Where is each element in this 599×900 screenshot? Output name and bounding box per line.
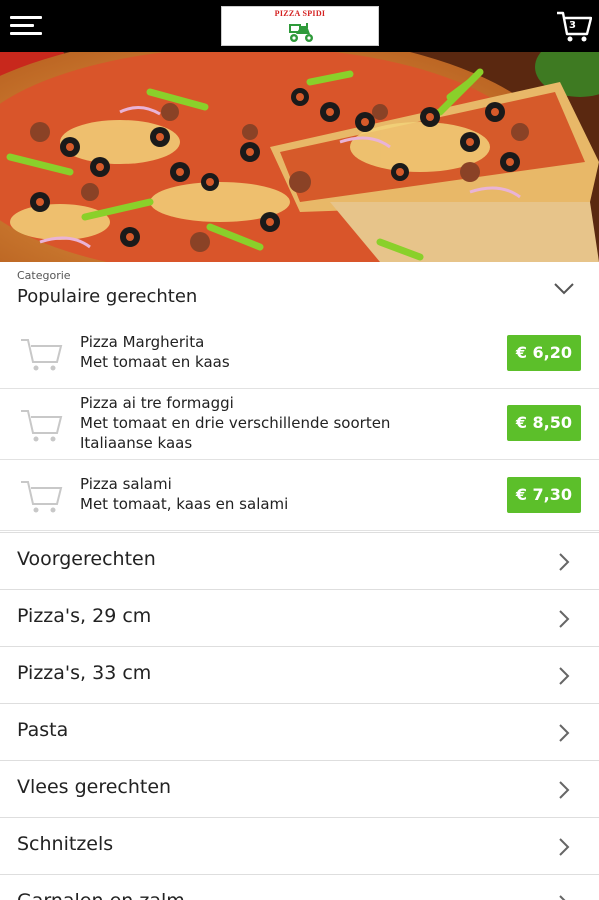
chevron-right-icon — [559, 610, 570, 628]
category-label: Categorie — [17, 269, 71, 282]
product-info: Pizza salami Met tomaat, kaas en salami — [80, 474, 288, 514]
product-description: Met tomaat en drie verschillende soorten — [80, 414, 391, 432]
product-name: Pizza Margherita — [80, 333, 205, 351]
product-row[interactable]: Pizza salami Met tomaat, kaas en salami … — [0, 460, 599, 531]
product-row[interactable]: Pizza ai tre formaggi Met tomaat en drie… — [0, 389, 599, 460]
category-value: Populaire gerechten — [17, 286, 198, 307]
product-info: Pizza Margherita Met tomaat en kaas — [80, 332, 230, 372]
category-item-voorgerechten[interactable]: Voorgerechten — [0, 532, 599, 589]
category-item-label: Voorgerechten — [17, 548, 156, 570]
shopping-cart-button[interactable]: 3 — [556, 10, 593, 44]
category-item-label: Pizza's, 29 cm — [17, 605, 152, 627]
product-description: Met tomaat, kaas en salami — [80, 495, 289, 513]
chevron-right-icon — [559, 895, 566, 900]
category-item-label: Schnitzels — [17, 833, 114, 855]
add-to-cart-icon[interactable] — [19, 405, 63, 445]
category-item-pizzas-33[interactable]: Pizza's, 33 cm — [0, 646, 599, 703]
logo-text: PIZZA SPIDI — [274, 9, 326, 18]
product-name: Pizza ai tre formaggi — [80, 394, 234, 412]
product-description: Met tomaat en kaas — [80, 353, 230, 371]
price-button[interactable]: € 6,20 — [506, 335, 581, 371]
product-row[interactable]: Pizza Margherita Met tomaat en kaas € 6,… — [0, 318, 599, 389]
hamburger-menu-icon[interactable] — [10, 14, 44, 38]
restaurant-logo[interactable]: PIZZA SPIDI — [221, 6, 379, 46]
category-item-pizzas-29[interactable]: Pizza's, 29 cm — [0, 589, 599, 646]
price-button[interactable]: € 7,30 — [506, 477, 581, 513]
category-selector[interactable]: Categorie Populaire gerechten — [0, 262, 599, 318]
chevron-right-icon — [559, 838, 570, 856]
hero-pizza-image — [0, 52, 599, 262]
category-item-pasta[interactable]: Pasta — [0, 703, 599, 760]
category-item-label: Pasta — [17, 719, 69, 741]
chevron-right-icon — [559, 667, 570, 685]
chevron-right-icon — [559, 553, 570, 571]
category-item-label: Pizza's, 33 cm — [17, 662, 152, 684]
category-item-label: Vlees gerechten — [17, 776, 172, 798]
add-to-cart-icon[interactable] — [19, 476, 63, 516]
product-description: Italiaanse kaas — [80, 434, 193, 452]
category-item-schnitzels[interactable]: Schnitzels — [0, 817, 599, 874]
price-button[interactable]: € 8,50 — [506, 405, 581, 441]
scooter-icon — [289, 23, 313, 42]
category-item-garnalen-en-zalm[interactable]: Garnalen en zalm — [0, 874, 599, 900]
chevron-right-icon — [559, 781, 570, 799]
product-info: Pizza ai tre formaggi Met tomaat en drie… — [80, 393, 390, 453]
add-to-cart-icon[interactable] — [19, 334, 63, 374]
chevron-down-icon — [554, 283, 574, 295]
category-item-vlees-gerechten[interactable]: Vlees gerechten — [0, 760, 599, 817]
cart-count-badge: 3 — [569, 20, 576, 31]
chevron-right-icon — [559, 724, 570, 742]
category-item-label: Garnalen en zalm — [17, 890, 185, 900]
top-app-bar: PIZZA SPIDI 3 — [0, 0, 599, 52]
product-name: Pizza salami — [80, 475, 172, 493]
